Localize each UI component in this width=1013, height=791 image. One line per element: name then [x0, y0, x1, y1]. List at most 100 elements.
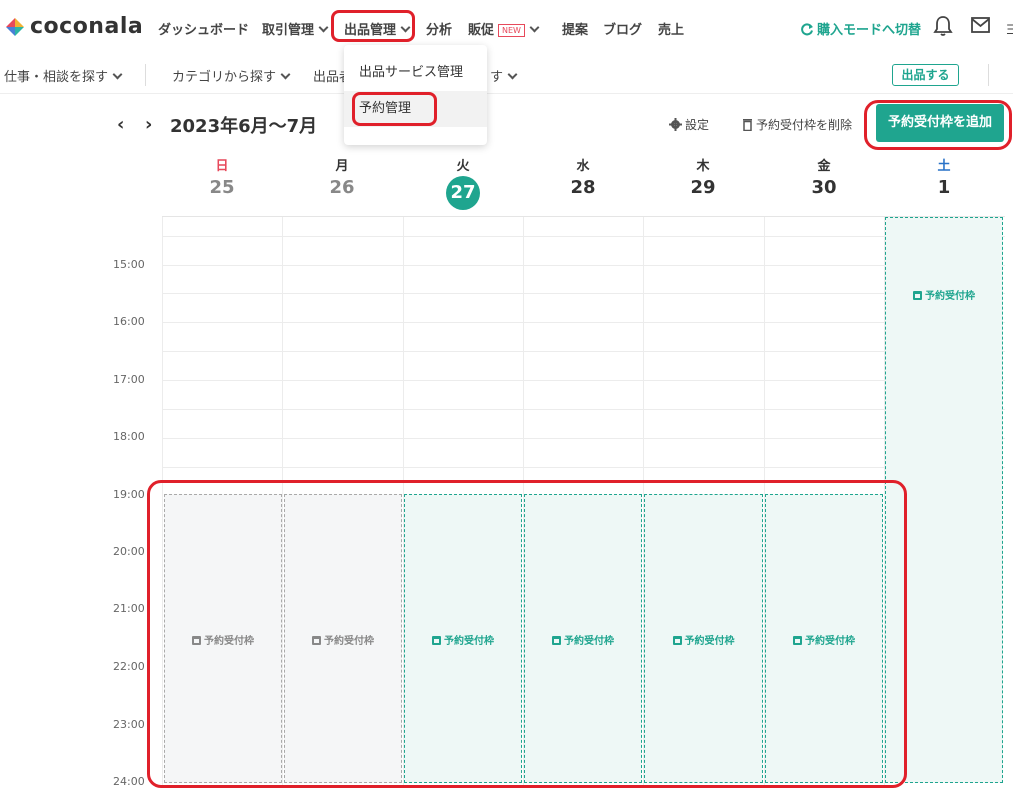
chevron-down-icon [280, 69, 291, 80]
slot-label: 予約受付枠 [405, 632, 521, 647]
settings-button[interactable]: 設定 [669, 116, 709, 133]
nav-analytics[interactable]: 分析 [426, 19, 452, 38]
menu-item-reservation-management[interactable]: 予約管理 [344, 91, 487, 127]
nav-proposal[interactable]: 提案 [562, 19, 588, 38]
day-header-mon: 月 26 [282, 155, 402, 200]
delete-slots-label: 予約受付枠を削除 [756, 118, 853, 132]
slot-label-text: 予約受付枠 [204, 636, 254, 647]
time-label: 21:00 [113, 602, 145, 615]
nav-listing-management[interactable]: 出品管理 [344, 19, 411, 38]
day-header-fri: 金 30 [764, 155, 884, 200]
time-label: 19:00 [113, 488, 145, 501]
slot-label: 予約受付枠 [886, 287, 1002, 302]
menu-item-service-management[interactable]: 出品サービス管理 [344, 55, 487, 91]
slot-label-text: 予約受付枠 [324, 636, 374, 647]
nav-sales[interactable]: 売上 [658, 19, 684, 38]
trash-icon [743, 119, 752, 132]
day-of-week: 日 [215, 159, 229, 174]
nav-blog[interactable]: ブログ [603, 19, 642, 38]
day-of-week: 火 [456, 159, 470, 174]
day-number: 30 [811, 177, 837, 198]
switch-to-buyer-mode[interactable]: 購入モードへ切替 [800, 19, 921, 38]
calendar-title: 2023年6月〜7月 [170, 116, 318, 137]
subnav-find-jobs-label: 仕事・相談を探す [4, 70, 109, 85]
slot-label: 予約受付枠 [165, 632, 281, 647]
subnav-find-by-category[interactable]: カテゴリから探す [172, 66, 291, 85]
day-of-week: 木 [696, 159, 710, 174]
prev-week-button[interactable]: ‹ [117, 114, 124, 135]
time-label: 20:00 [113, 545, 145, 558]
slot-label-text: 予約受付枠 [444, 636, 494, 647]
reservation-slot-wed[interactable]: 予約受付枠 [524, 494, 642, 783]
settings-label: 設定 [685, 118, 710, 132]
slot-label-text: 予約受付枠 [564, 636, 614, 647]
day-header-sun: 日 25 [162, 155, 282, 200]
nav-dashboard[interactable]: ダッシュボード [158, 19, 249, 38]
grid-line [162, 236, 1005, 237]
coconala-logo[interactable]: coconala [4, 14, 143, 39]
sub-navigation: 仕事・相談を探す カテゴリから探す 出品者 す 出品する [0, 54, 1013, 94]
mail-icon[interactable] [971, 17, 990, 33]
grid-line [162, 438, 1005, 439]
bell-icon[interactable] [933, 15, 953, 37]
nav-listing-management-label: 出品管理 [344, 23, 397, 38]
time-label: 22:00 [113, 660, 145, 673]
grid-line [162, 409, 1005, 410]
grid-line [162, 467, 1005, 468]
day-of-week: 月 [335, 159, 349, 174]
slot-label: 予約受付枠 [766, 632, 882, 647]
reservation-slot-fri[interactable]: 予約受付枠 [765, 494, 883, 783]
chevron-down-icon [318, 22, 329, 33]
gear-icon [669, 118, 682, 131]
divider [988, 64, 989, 86]
nav-promotion-label: 販促 [468, 23, 495, 38]
slot-label: 予約受付枠 [645, 632, 762, 647]
calendar-icon [312, 636, 321, 645]
time-label: 23:00 [113, 718, 145, 731]
day-number-today: 27 [403, 176, 523, 210]
refresh-icon [801, 23, 813, 36]
nav-transactions-label: 取引管理 [262, 23, 315, 38]
chevron-down-icon [400, 22, 411, 33]
subnav-find-sellers-tail[interactable]: す [490, 66, 518, 85]
subnav-find-by-category-label: カテゴリから探す [172, 70, 277, 85]
day-number: 1 [937, 177, 951, 198]
day-number: 26 [329, 177, 355, 198]
reservation-slot-mon[interactable]: 予約受付枠 [284, 494, 402, 783]
delete-slots-button[interactable]: 予約受付枠を削除 [742, 116, 852, 133]
top-navigation: coconala ダッシュボード 取引管理 出品管理 分析 販促 NEW 提案 ブ… [0, 0, 1013, 54]
logo-text: coconala [30, 14, 144, 39]
day-number: 28 [570, 177, 596, 198]
today-indicator: 27 [446, 176, 480, 210]
time-label: 18:00 [113, 430, 145, 443]
post-service-button[interactable]: 出品する [892, 64, 959, 86]
time-label: 17:00 [113, 373, 145, 386]
day-number: 25 [209, 177, 235, 198]
grid-line [282, 217, 283, 787]
day-header-sat: 土 1 [884, 155, 1004, 200]
nav-promotion[interactable]: 販促 NEW [468, 19, 540, 38]
chevron-down-icon [112, 69, 123, 80]
day-header-tue: 火 27 [403, 155, 523, 210]
more-menu-icon[interactable]: ヨ [1005, 19, 1013, 38]
reservation-slot-thu[interactable]: 予約受付枠 [644, 494, 763, 783]
new-badge: NEW [498, 24, 525, 37]
calendar-icon [432, 636, 441, 645]
grid-line [162, 217, 163, 787]
reservation-slot-sat[interactable]: 予約受付枠 [885, 217, 1003, 783]
listing-management-dropdown: 出品サービス管理 予約管理 [344, 45, 487, 145]
nav-transactions[interactable]: 取引管理 [262, 19, 329, 38]
grid-line [162, 351, 1005, 352]
day-header-wed: 水 28 [523, 155, 643, 200]
grid-line [162, 322, 1005, 323]
logo-mark-icon [6, 17, 24, 36]
day-header-thu: 木 29 [643, 155, 763, 200]
reservation-slot-tue[interactable]: 予約受付枠 [404, 494, 522, 783]
reservation-slot-sun[interactable]: 予約受付枠 [164, 494, 282, 783]
calendar-icon [913, 291, 922, 300]
chevron-down-icon [507, 69, 518, 80]
next-week-button[interactable]: › [145, 114, 152, 135]
add-slot-button[interactable]: 予約受付枠を追加 [876, 104, 1004, 142]
day-number: 29 [690, 177, 716, 198]
subnav-find-jobs[interactable]: 仕事・相談を探す [4, 66, 123, 85]
